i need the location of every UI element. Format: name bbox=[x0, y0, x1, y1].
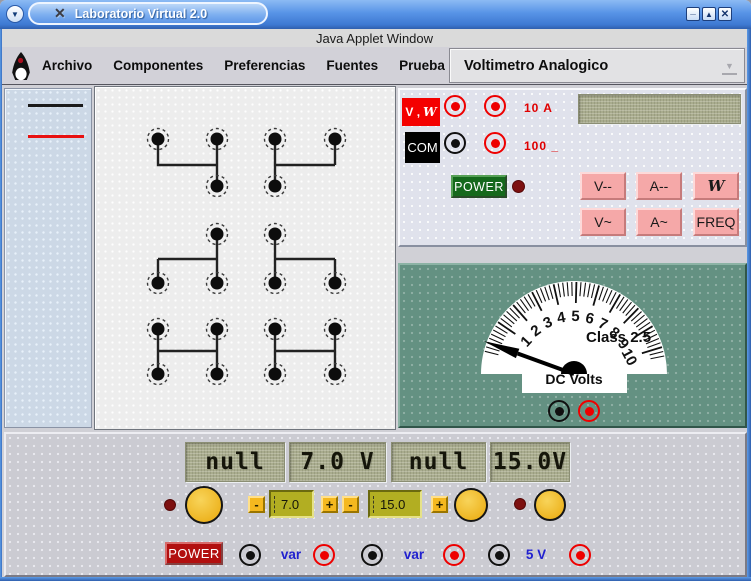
ch2-voltage-value: 15.0 bbox=[380, 496, 406, 512]
app-x-icon: ✕ bbox=[54, 5, 66, 21]
wire-connector-6 bbox=[273, 329, 337, 374]
multimeter-power-led bbox=[512, 180, 525, 193]
maximize-button[interactable]: ▲ bbox=[702, 7, 716, 21]
window-shade-button[interactable]: ▼ bbox=[6, 5, 24, 23]
wire-connector-4 bbox=[273, 234, 337, 283]
vw-terminal-label: V , W bbox=[402, 98, 440, 126]
ch1-plus-button[interactable]: + bbox=[321, 496, 338, 513]
applet-banner: Java Applet Window bbox=[2, 29, 747, 47]
ch2-plus-button[interactable]: + bbox=[431, 496, 448, 513]
mode-button-watts[interactable]: W bbox=[693, 172, 739, 200]
range-10a-label: 10 A bbox=[524, 101, 553, 115]
combobox-arrow-icon: ▼ bbox=[722, 58, 737, 75]
voltmeter-gauge: 123 4 5 6 78910 bbox=[481, 281, 667, 393]
v-label: V , bbox=[405, 105, 421, 119]
chevron-down-icon: ▼ bbox=[11, 9, 19, 19]
component-palette bbox=[4, 88, 92, 428]
minimize-button[interactable]: _ bbox=[686, 5, 700, 21]
breadboard-canvas[interactable] bbox=[95, 87, 395, 429]
psu-display-4: 15.0V bbox=[490, 442, 570, 482]
psu-power-button[interactable]: POWER bbox=[165, 542, 223, 565]
instrument-combobox[interactable]: Voltimetro Analogico ▼ bbox=[449, 48, 745, 83]
mode-button-vac[interactable]: V~ bbox=[580, 208, 626, 236]
ch1-minus-button[interactable]: - bbox=[248, 496, 265, 513]
mode-button-adc[interactable]: A-- bbox=[636, 172, 682, 200]
black-wire-component[interactable] bbox=[28, 104, 83, 107]
window-title-pill: ✕ Laboratorio Virtual 2.0 bbox=[28, 2, 268, 25]
fixed5v-output-label: 5 V bbox=[525, 547, 547, 562]
connection-nodes[interactable] bbox=[146, 127, 347, 386]
window-frame-bottom bbox=[0, 577, 751, 581]
wire-connector-1 bbox=[156, 139, 219, 186]
range-100-label: 100 _ bbox=[524, 139, 560, 153]
ch2-output-label: var bbox=[403, 547, 425, 562]
menu-item-archivo[interactable]: Archivo bbox=[39, 56, 95, 75]
window-frame-right bbox=[747, 29, 751, 581]
application-window: ▼ ✕ Laboratorio Virtual 2.0 _ ▲ ✕ Java A… bbox=[0, 0, 751, 581]
window-titlebar[interactable]: ▼ ✕ Laboratorio Virtual 2.0 _ ▲ ✕ bbox=[0, 0, 751, 29]
maximize-icon: ▲ bbox=[705, 9, 713, 19]
wire-connector-3 bbox=[156, 234, 219, 283]
voltmeter-positive-jack[interactable] bbox=[578, 400, 600, 422]
svg-text:5: 5 bbox=[571, 308, 580, 325]
menu-item-componentes[interactable]: Componentes bbox=[110, 56, 206, 75]
multimeter-power-button[interactable]: POWER bbox=[451, 175, 507, 198]
red-wire-component[interactable] bbox=[28, 135, 84, 138]
wire-connector-2 bbox=[273, 139, 337, 186]
window-frame-left bbox=[0, 29, 2, 581]
gauge-unit-label: DC Volts bbox=[545, 371, 603, 387]
multimeter-display bbox=[578, 94, 741, 124]
psu-display-2: 7.0 V bbox=[289, 442, 386, 482]
menu-item-fuentes[interactable]: Fuentes bbox=[323, 56, 381, 75]
amps-10a-jack[interactable] bbox=[484, 95, 506, 117]
ch1-voltage-value: 7.0 bbox=[281, 496, 300, 512]
gauge-class-label: Class 2.5 bbox=[586, 329, 652, 346]
voltmeter-negative-jack[interactable] bbox=[548, 400, 570, 422]
psu-knob-1[interactable] bbox=[185, 486, 223, 524]
breadboard-panel bbox=[94, 86, 396, 430]
mode-button-freq[interactable]: FREQ bbox=[693, 208, 739, 236]
menu-item-preferencias[interactable]: Preferencias bbox=[221, 56, 308, 75]
close-icon: ✕ bbox=[720, 8, 730, 20]
java-duke-icon bbox=[12, 52, 30, 81]
multimeter-panel: V , W COM 10 A 100 _ POWER V-- A-- W V~ … bbox=[398, 88, 747, 247]
ch2-positive-jack[interactable] bbox=[443, 544, 465, 566]
psu-led-1 bbox=[164, 499, 176, 511]
text-caret bbox=[373, 495, 377, 513]
com-jack[interactable] bbox=[444, 132, 466, 154]
text-caret bbox=[274, 495, 278, 513]
ch1-output-label: var bbox=[280, 547, 302, 562]
power-supply-panel: null 7.0 V null 15.0V - 7.0 + - 15.0 + P… bbox=[4, 432, 747, 577]
com-terminal-label: COM bbox=[405, 132, 440, 163]
ch2-minus-button[interactable]: - bbox=[342, 496, 359, 513]
ch2-voltage-input[interactable]: 15.0 bbox=[368, 490, 422, 518]
vw-jack-1[interactable] bbox=[444, 95, 466, 117]
fixed5v-negative-jack[interactable] bbox=[488, 544, 510, 566]
psu-display-1: null bbox=[185, 442, 285, 482]
w-label: W bbox=[423, 105, 437, 119]
menu-items: Archivo Componentes Preferencias Fuentes… bbox=[39, 47, 510, 84]
ch1-negative-jack[interactable] bbox=[239, 544, 261, 566]
ch1-voltage-input[interactable]: 7.0 bbox=[269, 490, 314, 518]
psu-knob-2[interactable] bbox=[454, 488, 488, 522]
psu-knob-3[interactable] bbox=[534, 489, 566, 521]
instrument-combobox-value: Voltimetro Analogico bbox=[464, 57, 609, 74]
fixed5v-positive-jack[interactable] bbox=[569, 544, 591, 566]
mode-button-aac[interactable]: A~ bbox=[636, 208, 682, 236]
window-title: Laboratorio Virtual 2.0 bbox=[74, 6, 208, 21]
close-button[interactable]: ✕ bbox=[718, 7, 732, 21]
psu-display-3: null bbox=[391, 442, 486, 482]
menu-bar: Archivo Componentes Preferencias Fuentes… bbox=[2, 47, 747, 85]
ch1-positive-jack[interactable] bbox=[313, 544, 335, 566]
analog-voltmeter-panel: 1 2 3 4 5 6 7 8 9 10 Class 2.5 DC Volts bbox=[398, 263, 747, 428]
minimize-icon: _ bbox=[690, 5, 696, 16]
menu-item-prueba[interactable]: Prueba bbox=[396, 56, 448, 75]
amps-100-jack[interactable] bbox=[484, 132, 506, 154]
psu-led-2 bbox=[514, 498, 526, 510]
ch2-negative-jack[interactable] bbox=[361, 544, 383, 566]
mode-button-vdc[interactable]: V-- bbox=[580, 172, 626, 200]
